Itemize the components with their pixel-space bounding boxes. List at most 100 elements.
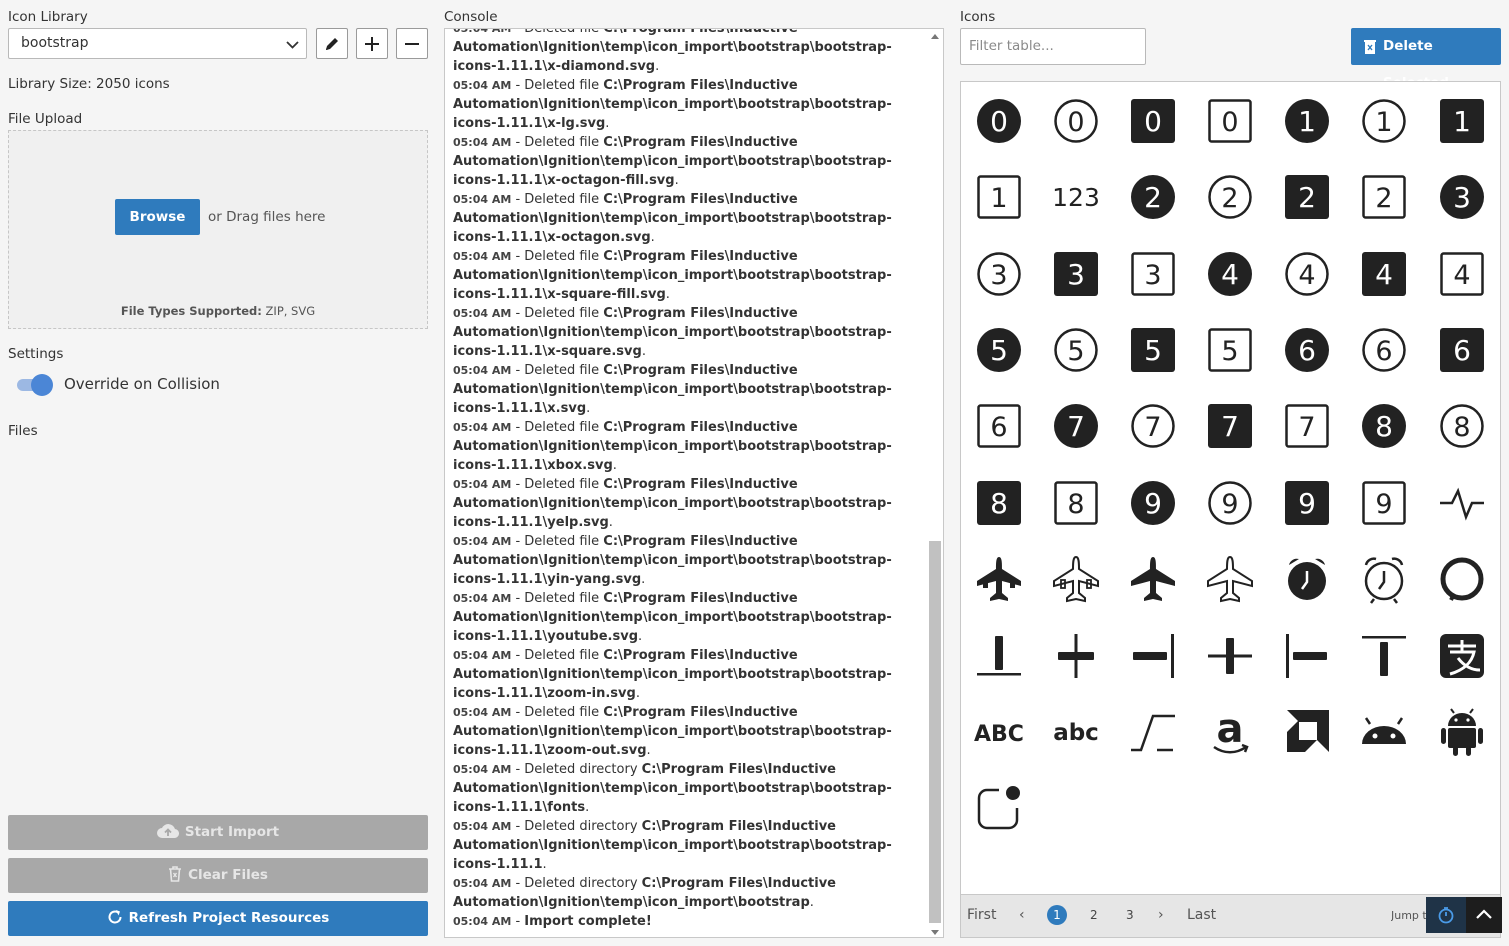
remove-library-button[interactable] (396, 28, 428, 59)
last-page-button[interactable]: Last (1187, 907, 1216, 923)
icon-tile[interactable] (1123, 626, 1183, 686)
icon-tile[interactable]: a (1200, 702, 1260, 762)
icon-tile[interactable]: 8 (1046, 473, 1106, 533)
console-entry: 05:04 AM - Deleted file C:\Program Files… (453, 703, 893, 760)
icon-tile[interactable]: 1 (1277, 91, 1337, 151)
icon-tile[interactable]: 5 (969, 320, 1029, 380)
icon-tile[interactable] (1354, 549, 1414, 609)
icon-tile[interactable] (1046, 549, 1106, 609)
clear-files-button[interactable]: Clear Files (8, 858, 428, 893)
6-square-icon: 6 (977, 404, 1021, 448)
icon-tile[interactable]: 3 (1432, 167, 1492, 227)
next-page-button[interactable]: › (1158, 907, 1164, 923)
add-library-button[interactable] (356, 28, 388, 59)
trash-icon (1364, 40, 1376, 54)
icon-tile[interactable]: 123 (1046, 167, 1106, 227)
icon-tile[interactable]: 1 (1432, 91, 1492, 151)
icon-tile[interactable] (1354, 626, 1414, 686)
icon-tile[interactable]: 9 (1200, 473, 1260, 533)
icon-tile[interactable] (1432, 626, 1492, 686)
icon-tile[interactable]: 1 (1354, 91, 1414, 151)
icon-tile[interactable] (1200, 626, 1260, 686)
icon-tile[interactable]: 2 (1277, 167, 1337, 227)
icon-tile[interactable]: 8 (1432, 396, 1492, 456)
console-timestamp: 05:04 AM (453, 136, 512, 149)
align-end-icon (1133, 634, 1174, 678)
prev-page-button[interactable]: ‹ (1019, 907, 1025, 923)
scroll-up-icon[interactable] (931, 34, 939, 39)
icon-tile[interactable] (969, 549, 1029, 609)
browse-button[interactable]: Browse (115, 199, 200, 235)
icon-tile[interactable] (1277, 626, 1337, 686)
icon-tile[interactable]: 5 (1200, 320, 1260, 380)
refresh-resources-button[interactable]: Refresh Project Resources (8, 901, 428, 936)
icon-tile[interactable]: 4 (1432, 244, 1492, 304)
icon-tile[interactable]: 7 (1277, 396, 1337, 456)
icon-tile[interactable] (1277, 702, 1337, 762)
icon-tile[interactable]: 2 (1123, 167, 1183, 227)
icon-tile[interactable] (1123, 549, 1183, 609)
icon-tile[interactable]: 2 (1354, 167, 1414, 227)
icon-tile[interactable] (1432, 702, 1492, 762)
icon-tile[interactable]: ABC (969, 702, 1029, 762)
icon-tile[interactable]: 1 (969, 167, 1029, 227)
icon-tile[interactable]: 6 (969, 396, 1029, 456)
icon-tile[interactable]: 7 (1123, 396, 1183, 456)
icon-tile[interactable]: 3 (1123, 244, 1183, 304)
icon-tile[interactable]: 8 (1354, 396, 1414, 456)
icon-tile[interactable] (1200, 549, 1260, 609)
icon-tile[interactable] (1432, 473, 1492, 533)
override-collision-toggle[interactable] (17, 374, 53, 396)
scrollbar-thumb[interactable] (929, 541, 941, 923)
icon-library-select[interactable]: bootstrap (8, 28, 307, 59)
icon-tile[interactable]: 4 (1200, 244, 1260, 304)
icon-tile[interactable]: 4 (1277, 244, 1337, 304)
icon-tile[interactable]: 6 (1354, 320, 1414, 380)
icon-tile[interactable]: 0 (1123, 91, 1183, 151)
page-1-button[interactable]: 1 (1047, 905, 1067, 925)
console-scrollbar[interactable] (929, 31, 941, 935)
1-square-fill-icon: 1 (1440, 99, 1484, 143)
icon-tile[interactable]: 7 (1200, 396, 1260, 456)
file-drop-zone[interactable]: Browse or Drag files here File Types Sup… (8, 130, 428, 329)
timer-button[interactable] (1426, 897, 1466, 933)
icon-tile[interactable] (1123, 702, 1183, 762)
icon-tile[interactable]: 9 (1277, 473, 1337, 533)
icon-tile[interactable]: 3 (969, 244, 1029, 304)
console-log[interactable]: 05:04 AM - Deleted file C:\Program Files… (444, 28, 944, 938)
icon-tile[interactable]: abc (1046, 702, 1106, 762)
icon-tile[interactable]: 6 (1277, 320, 1337, 380)
icon-tile[interactable]: 9 (1354, 473, 1414, 533)
scroll-down-icon[interactable] (931, 930, 939, 935)
console-entry: 05:04 AM - Deleted file C:\Program Files… (453, 190, 893, 247)
icon-tile[interactable]: 5 (1046, 320, 1106, 380)
icon-tile[interactable] (969, 778, 1029, 838)
start-import-button[interactable]: Start Import (8, 815, 428, 850)
icon-tile[interactable]: 4 (1354, 244, 1414, 304)
page-3-button[interactable]: 3 (1126, 908, 1134, 922)
icon-tile[interactable]: 3 (1046, 244, 1106, 304)
icon-tile[interactable]: 0 (1046, 91, 1106, 151)
delete-selected-button[interactable]: Delete Selected (1351, 28, 1501, 91)
filter-table-input[interactable]: Filter table... (960, 28, 1146, 65)
icon-tile[interactable]: 8 (969, 473, 1029, 533)
icon-tile[interactable]: 7 (1046, 396, 1106, 456)
alarm-fill-icon (1288, 558, 1326, 600)
icon-tile[interactable]: 0 (1200, 91, 1260, 151)
page-2-button[interactable]: 2 (1090, 908, 1098, 922)
collapse-button[interactable] (1466, 897, 1502, 933)
icon-tile[interactable] (1277, 549, 1337, 609)
icon-tile[interactable]: 0 (969, 91, 1029, 151)
edit-library-button[interactable] (316, 28, 348, 59)
first-page-button[interactable]: First (967, 907, 996, 923)
icon-tile[interactable]: 6 (1432, 320, 1492, 380)
icon-tile[interactable]: 2 (1200, 167, 1260, 227)
icon-tile[interactable] (1432, 549, 1492, 609)
icon-tile[interactable]: 9 (1123, 473, 1183, 533)
icon-tile[interactable] (969, 626, 1029, 686)
console-message: - Deleted directory (511, 876, 642, 891)
console-end: . (641, 344, 646, 359)
icon-tile[interactable]: 5 (1123, 320, 1183, 380)
icon-tile[interactable] (1046, 626, 1106, 686)
icon-tile[interactable] (1354, 702, 1414, 762)
